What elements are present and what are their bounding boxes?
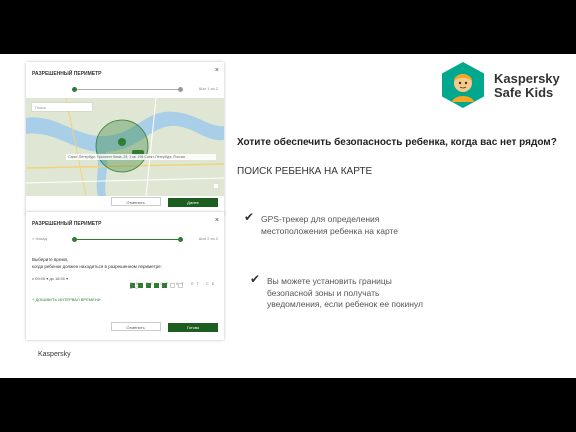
map-view[interactable]: Поиск Санкт-Петербург, Проспект Кима, 25… [26, 98, 224, 196]
step-dot [72, 87, 77, 92]
button-row: Отменить Далее [108, 191, 218, 209]
feature-item: ✔ GPS-трекер для определения местоположе… [244, 210, 399, 236]
schedule-prompt: Выберите время, когда ребенок должен нах… [32, 257, 162, 269]
checkmark-icon: ✔ [244, 210, 255, 224]
back-link[interactable]: < Назад [32, 236, 47, 241]
map-address: Санкт-Петербург, Проспект Кима, 25, 3 кв… [66, 154, 216, 160]
step-progress: < Назад Шаг 2 из 2 [32, 236, 218, 244]
subheading: ПОИСК РЕБЕНКА НА КАРТЕ [237, 166, 373, 177]
child-hexagon-icon [442, 62, 484, 108]
step-label: Шаг 2 из 2 [198, 236, 218, 241]
time-range-selector[interactable]: с 09:00 ▾ до 18:00 ▾ [32, 276, 68, 281]
weekday-labels: ПН ВТ СР ЧТ ПТ СБ ВС [130, 282, 218, 290]
close-icon[interactable]: × [215, 67, 219, 74]
perimeter-map-screen: РАЗРЕШЕННЫЙ ПЕРИМЕТР × Шаг 1 из 2 Поиск … [26, 62, 224, 215]
perimeter-schedule-screen: РАЗРЕШЕННЫЙ ПЕРИМЕТР × < Назад Шаг 2 из … [26, 212, 224, 340]
button-row: Отменить Готово [108, 316, 218, 334]
done-button[interactable]: Готово [168, 323, 218, 332]
feature-item: ✔ Вы можете установить границы безопасно… [250, 272, 423, 309]
step-label: Шаг 1 из 2 [198, 86, 218, 91]
next-button[interactable]: Далее [168, 198, 218, 207]
step-dot [178, 87, 183, 92]
map-search-input[interactable]: Поиск [32, 103, 92, 111]
kaspersky-safe-kids-logo: Kaspersky Safe Kids [442, 62, 562, 108]
add-interval-link[interactable]: + ДОБАВИТЬ ИНТЕРВАЛ ВРЕМЕНИ [32, 297, 101, 302]
cancel-button[interactable]: Отменить [110, 197, 161, 206]
close-icon[interactable]: × [215, 217, 219, 224]
brand-name: Kaspersky Safe Kids [494, 71, 560, 100]
checkmark-icon: ✔ [250, 272, 261, 286]
cancel-button[interactable]: Отменить [110, 322, 161, 331]
step-dot [178, 237, 183, 242]
headline: Хотите обеспечить безопасность ребенка, … [237, 137, 557, 148]
step-dot [72, 237, 77, 242]
step-progress: Шаг 1 из 2 [32, 86, 218, 94]
screen-title: РАЗРЕШЕННЫЙ ПЕРИМЕТР [32, 71, 102, 77]
screen-title: РАЗРЕШЕННЫЙ ПЕРИМЕТР [32, 221, 102, 227]
slide: РАЗРЕШЕННЫЙ ПЕРИМЕТР × Шаг 1 из 2 Поиск … [0, 54, 576, 378]
footer-brand: Kaspersky [38, 351, 71, 358]
